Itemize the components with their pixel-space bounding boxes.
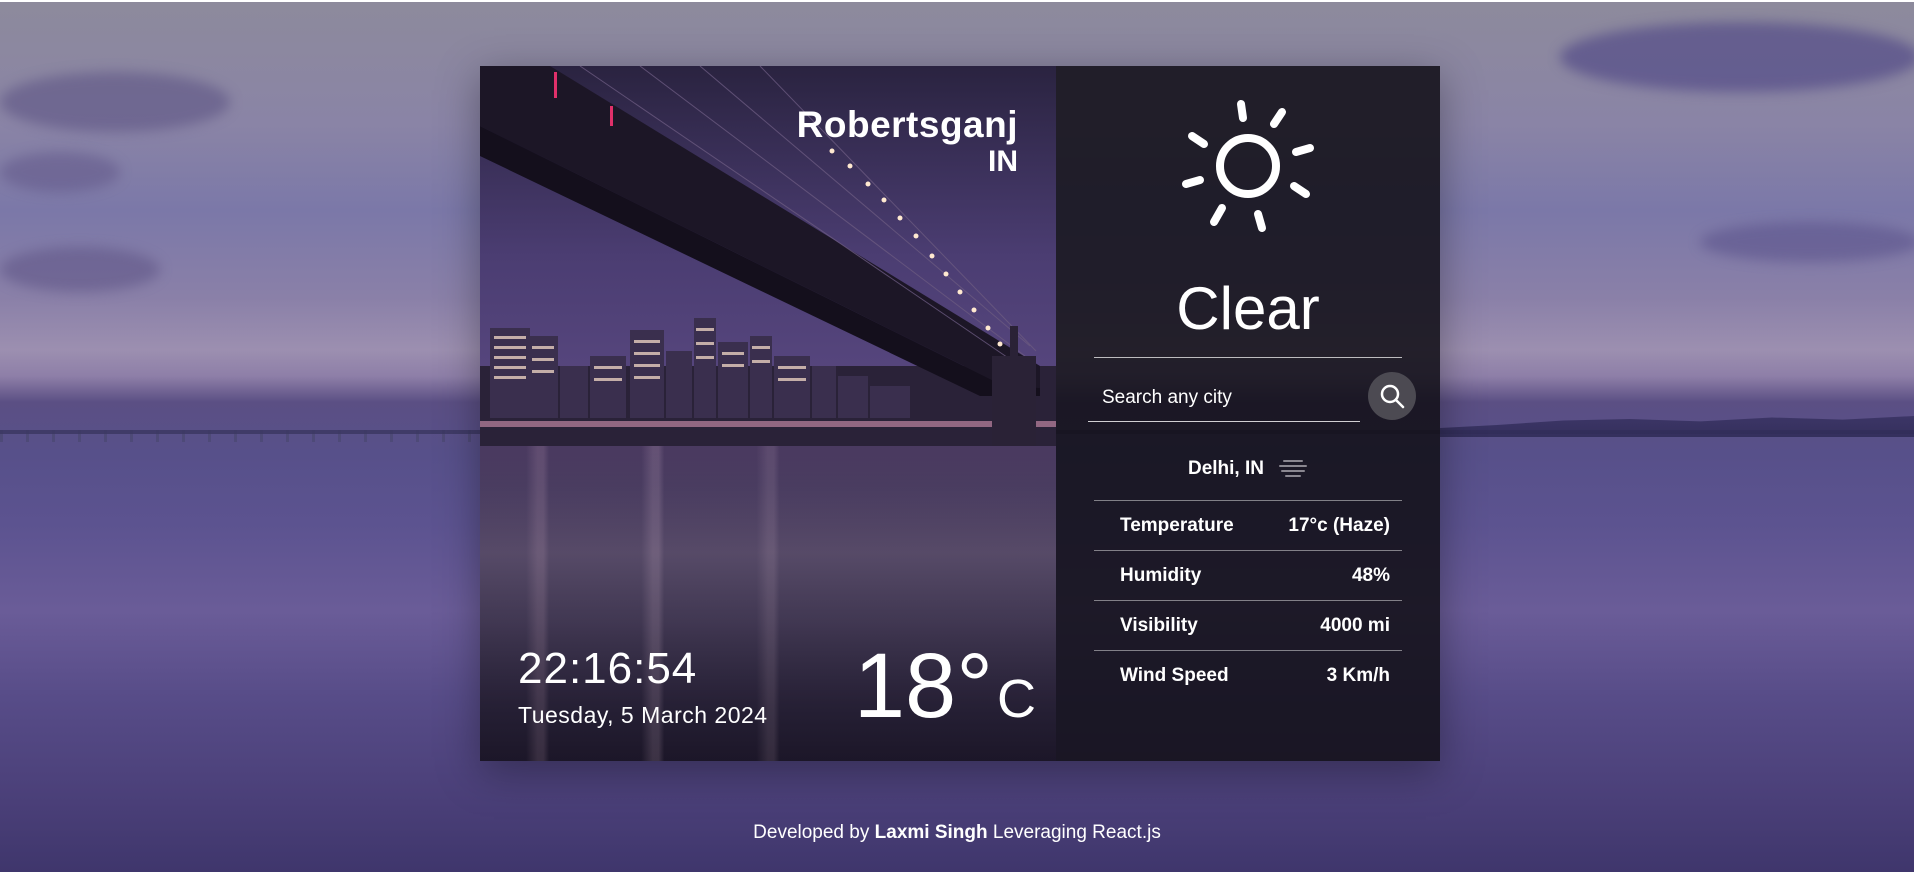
- detail-label: Temperature: [1120, 514, 1234, 536]
- temperature-value: 18°: [853, 635, 993, 737]
- current-time: 22:16:54: [518, 644, 698, 693]
- weather-card: Robertsganj IN 22:16:54 Tuesday, 5 March…: [480, 66, 1440, 761]
- footer-suffix: Leveraging React.js: [992, 822, 1161, 843]
- footer-author: Laxmi Singh: [874, 822, 988, 843]
- search-button[interactable]: [1368, 372, 1416, 420]
- city-photo-panel: Robertsganj IN 22:16:54 Tuesday, 5 March…: [480, 66, 1056, 761]
- detail-label: Humidity: [1120, 564, 1202, 586]
- search-input[interactable]: [1088, 374, 1360, 422]
- detail-row-wind-speed: Wind Speed 3 Km/h: [1094, 650, 1402, 700]
- search-result-city: Delhi, IN: [1056, 458, 1440, 480]
- weather-condition: Clear: [1176, 275, 1320, 342]
- location-city: Robertsganj: [796, 104, 1018, 145]
- search-icon: [1380, 384, 1405, 409]
- location-country: IN: [988, 145, 1018, 178]
- weather-details-panel: Clear Delhi, IN: [1056, 66, 1440, 761]
- detail-label: Wind Speed: [1120, 664, 1229, 686]
- detail-row-visibility: Visibility 4000 mi: [1094, 600, 1402, 650]
- divider: [1094, 357, 1402, 358]
- weather-details-list: Temperature 17°c (Haze) Humidity 48% Vis…: [1094, 500, 1402, 700]
- detail-value: 4000 mi: [1320, 614, 1390, 636]
- sun-icon: [1182, 100, 1314, 232]
- detail-value: 17°c (Haze): [1288, 514, 1390, 536]
- haze-icon: [1279, 460, 1307, 477]
- search-bar: [1088, 370, 1416, 426]
- detail-label: Visibility: [1120, 614, 1198, 636]
- detail-row-temperature: Temperature 17°c (Haze): [1094, 500, 1402, 550]
- current-location: Robertsganj IN: [797, 104, 1018, 178]
- current-temperature: 18°C: [854, 636, 1036, 736]
- result-city-name: Delhi, IN: [1187, 458, 1264, 479]
- current-date: Tuesday, 5 March 2024: [518, 702, 768, 728]
- clock-block: 22:16:54 Tuesday, 5 March 2024: [518, 644, 768, 730]
- footer-prefix: Developed by: [753, 822, 870, 843]
- detail-row-humidity: Humidity 48%: [1094, 550, 1402, 600]
- detail-value: 3 Km/h: [1326, 664, 1390, 686]
- temperature-unit: C: [997, 669, 1036, 729]
- footer-credit: Developed by Laxmi Singh Leveraging Reac…: [0, 822, 1914, 844]
- detail-value: 48%: [1351, 564, 1390, 586]
